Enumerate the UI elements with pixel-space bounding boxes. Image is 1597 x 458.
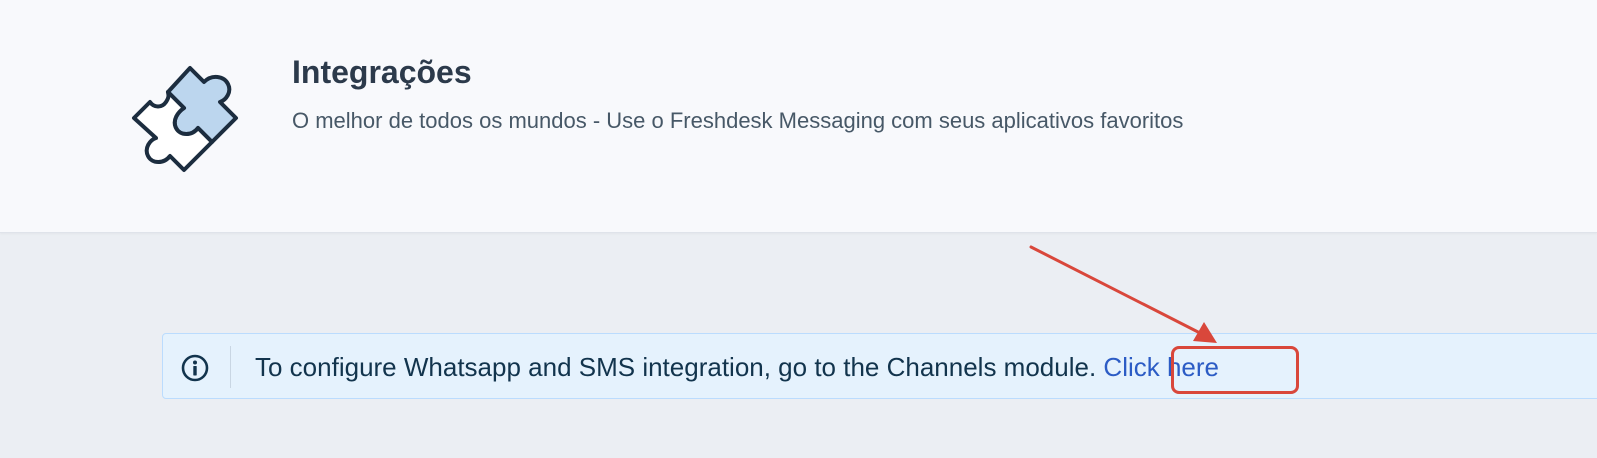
info-banner: To configure Whatsapp and SMS integratio…	[162, 333, 1597, 399]
puzzle-piece-icon	[132, 66, 238, 172]
page-title: Integrações	[292, 54, 472, 90]
banner-message-line: To configure Whatsapp and SMS integratio…	[255, 352, 1219, 383]
page-subtitle: O melhor de todos os mundos - Use o Fres…	[292, 108, 1184, 133]
banner-message: To configure Whatsapp and SMS integratio…	[255, 352, 1097, 382]
click-here-link[interactable]: Click here	[1103, 352, 1219, 382]
page-header: Integrações O melhor de todos os mundos …	[0, 0, 1597, 233]
banner-divider	[230, 346, 231, 388]
info-icon	[181, 354, 209, 382]
